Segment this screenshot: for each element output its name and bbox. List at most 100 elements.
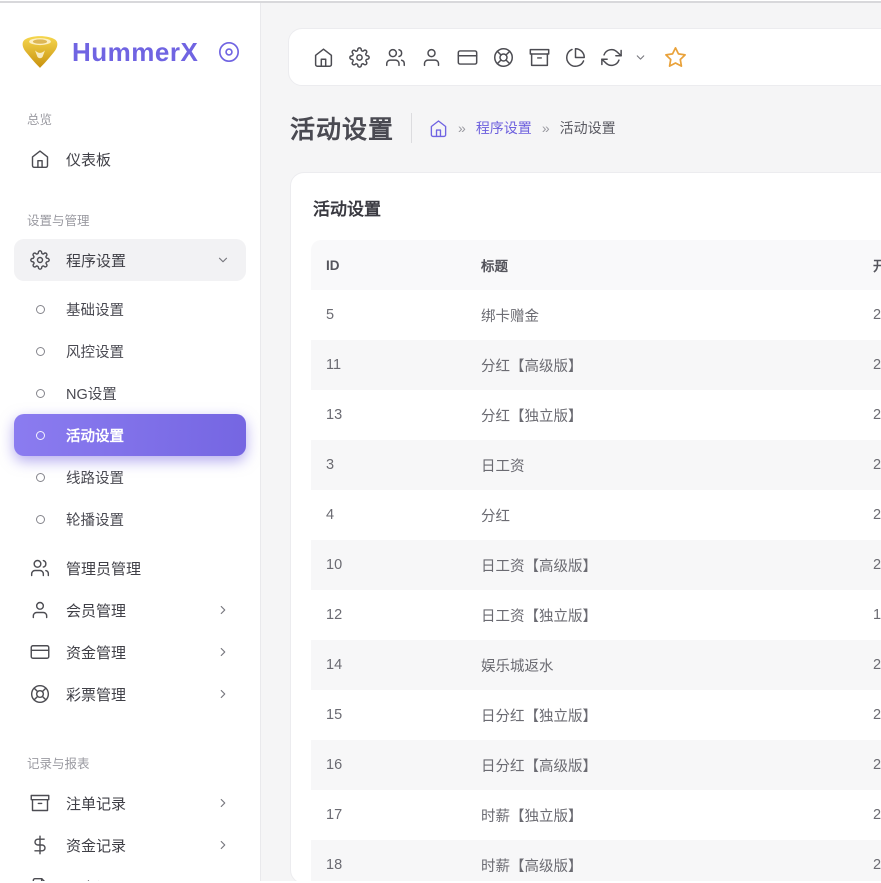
archive-icon bbox=[30, 793, 50, 813]
cell-id: 15 bbox=[326, 707, 481, 723]
sub-item-label: 轮播设置 bbox=[66, 509, 124, 530]
sidebar-item-basic-settings[interactable]: 基础设置 bbox=[14, 288, 246, 330]
gear-icon bbox=[30, 250, 50, 270]
sidebar-item-risk-settings[interactable]: 风控设置 bbox=[14, 330, 246, 372]
file-icon bbox=[30, 877, 50, 881]
column-header-clipped: 开 bbox=[873, 255, 881, 275]
sidebar-item-admin-management[interactable]: 管理员管理 bbox=[14, 547, 246, 589]
breadcrumb-current: 活动设置 bbox=[560, 118, 616, 138]
cell-clipped: 2 bbox=[873, 507, 881, 523]
pie-chart-icon[interactable] bbox=[565, 47, 586, 68]
chevron-right-icon bbox=[216, 645, 230, 659]
table-row[interactable]: 17时薪【独立版】2 bbox=[311, 790, 881, 840]
sidebar-item-activity-settings[interactable]: 活动设置 bbox=[14, 414, 246, 456]
breadcrumb-home-icon[interactable] bbox=[429, 119, 448, 138]
column-header-id: ID bbox=[326, 258, 481, 273]
table-row[interactable]: 16日分红【高级版】2 bbox=[311, 740, 881, 790]
sidebar-item-carousel-settings[interactable]: 轮播设置 bbox=[14, 498, 246, 540]
cell-id: 14 bbox=[326, 657, 481, 673]
sidebar-collapse-icon[interactable] bbox=[218, 41, 240, 63]
cell-clipped: 2 bbox=[873, 557, 881, 573]
sub-item-label: 活动设置 bbox=[66, 425, 124, 446]
section-label-records: 记录与报表 bbox=[27, 753, 233, 772]
users-icon[interactable] bbox=[385, 47, 406, 68]
cell-title: 分红【独立版】 bbox=[481, 405, 873, 426]
cell-id: 4 bbox=[326, 507, 481, 523]
sub-item-label: 风控设置 bbox=[66, 341, 124, 362]
sidebar-item-label: 资金管理 bbox=[66, 642, 126, 663]
table-row[interactable]: 12日工资【独立版】19 bbox=[311, 590, 881, 640]
brand-name: HummerX bbox=[72, 37, 198, 68]
cell-id: 5 bbox=[326, 307, 481, 323]
sidebar-item-bet-records[interactable]: 注单记录 bbox=[14, 782, 246, 824]
table-row[interactable]: 5绑卡赠金2 bbox=[311, 290, 881, 340]
table-row[interactable]: 15日分红【独立版】2 bbox=[311, 690, 881, 740]
cell-title: 日工资【独立版】 bbox=[481, 605, 873, 626]
sidebar-item-label: 仪表板 bbox=[66, 149, 111, 170]
sidebar-item-line-settings[interactable]: 线路设置 bbox=[14, 456, 246, 498]
table-row[interactable]: 18时薪【高级版】2 bbox=[311, 840, 881, 881]
user-icon[interactable] bbox=[421, 47, 442, 68]
sidebar-item-lottery-management[interactable]: 彩票管理 bbox=[14, 673, 246, 715]
chevron-right-icon bbox=[216, 603, 230, 617]
cell-clipped: 2 bbox=[873, 457, 881, 473]
archive-icon[interactable] bbox=[529, 47, 550, 68]
lifebuoy-icon[interactable] bbox=[493, 47, 514, 68]
chevron-down-icon[interactable] bbox=[634, 51, 647, 64]
cell-id: 13 bbox=[326, 407, 481, 423]
cell-title: 时薪【高级版】 bbox=[481, 855, 873, 876]
sidebar-item-ng-settings[interactable]: NG设置 bbox=[14, 372, 246, 414]
chevron-down-icon bbox=[216, 253, 230, 267]
sidebar: HummerX 总览 仪表板 设置与管理 程序设置 基础设置 风控设置 bbox=[0, 3, 261, 881]
cell-clipped: 2 bbox=[873, 657, 881, 673]
program-settings-submenu: 基础设置 风控设置 NG设置 活动设置 线路设置 轮播设置 bbox=[0, 288, 260, 540]
sidebar-item-dashboard[interactable]: 仪表板 bbox=[14, 138, 246, 180]
chevron-right-icon bbox=[216, 687, 230, 701]
table-row[interactable]: 14娱乐城返水2 bbox=[311, 640, 881, 690]
bullet-circle-icon bbox=[36, 431, 45, 440]
cell-id: 18 bbox=[326, 857, 481, 873]
title-divider bbox=[411, 113, 412, 143]
sidebar-item-log-records[interactable]: 日志记录 bbox=[14, 866, 246, 881]
cell-clipped: 2 bbox=[873, 707, 881, 723]
app-layout: HummerX 总览 仪表板 设置与管理 程序设置 基础设置 风控设置 bbox=[0, 3, 881, 881]
users-icon bbox=[30, 558, 50, 578]
sidebar-item-program-settings[interactable]: 程序设置 bbox=[14, 239, 246, 281]
gear-icon[interactable] bbox=[349, 47, 370, 68]
sub-item-label: 基础设置 bbox=[66, 299, 124, 320]
table-row[interactable]: 10日工资【高级版】2 bbox=[311, 540, 881, 590]
table-row[interactable]: 4分红2 bbox=[311, 490, 881, 540]
cell-clipped: 2 bbox=[873, 757, 881, 773]
credit-card-icon[interactable] bbox=[457, 47, 478, 68]
brand-logo-icon bbox=[20, 33, 60, 71]
section-label-overview: 总览 bbox=[27, 109, 233, 128]
main-area: 活动设置 » 程序设置 » 活动设置 活动设置 ID 标题 开 5绑卡赠金211… bbox=[261, 3, 881, 881]
cell-title: 时薪【独立版】 bbox=[481, 805, 873, 826]
cell-id: 16 bbox=[326, 757, 481, 773]
bullet-circle-icon bbox=[36, 347, 45, 356]
breadcrumb-link-program-settings[interactable]: 程序设置 bbox=[476, 118, 532, 138]
cell-title: 娱乐城返水 bbox=[481, 655, 873, 676]
refresh-icon[interactable] bbox=[601, 47, 622, 68]
cell-clipped: 2 bbox=[873, 807, 881, 823]
sub-item-label: 线路设置 bbox=[66, 467, 124, 488]
credit-card-icon bbox=[30, 642, 50, 662]
breadcrumb-separator: » bbox=[458, 120, 466, 136]
sidebar-item-member-management[interactable]: 会员管理 bbox=[14, 589, 246, 631]
table-row[interactable]: 3日工资2 bbox=[311, 440, 881, 490]
home-icon[interactable] bbox=[313, 47, 334, 68]
breadcrumb-separator: » bbox=[542, 120, 550, 136]
table-row[interactable]: 13分红【独立版】2 bbox=[311, 390, 881, 440]
cell-id: 3 bbox=[326, 457, 481, 473]
sidebar-item-fund-management[interactable]: 资金管理 bbox=[14, 631, 246, 673]
breadcrumb-row: 活动设置 » 程序设置 » 活动设置 bbox=[290, 110, 881, 146]
sub-item-label: NG设置 bbox=[66, 383, 117, 404]
cell-id: 10 bbox=[326, 557, 481, 573]
card-title: 活动设置 bbox=[313, 195, 880, 220]
sidebar-item-fund-records[interactable]: 资金记录 bbox=[14, 824, 246, 866]
cell-title: 日工资【高级版】 bbox=[481, 555, 873, 576]
star-icon[interactable] bbox=[664, 46, 687, 69]
user-icon bbox=[30, 600, 50, 620]
table-row[interactable]: 11分红【高级版】2 bbox=[311, 340, 881, 390]
bullet-circle-icon bbox=[36, 473, 45, 482]
